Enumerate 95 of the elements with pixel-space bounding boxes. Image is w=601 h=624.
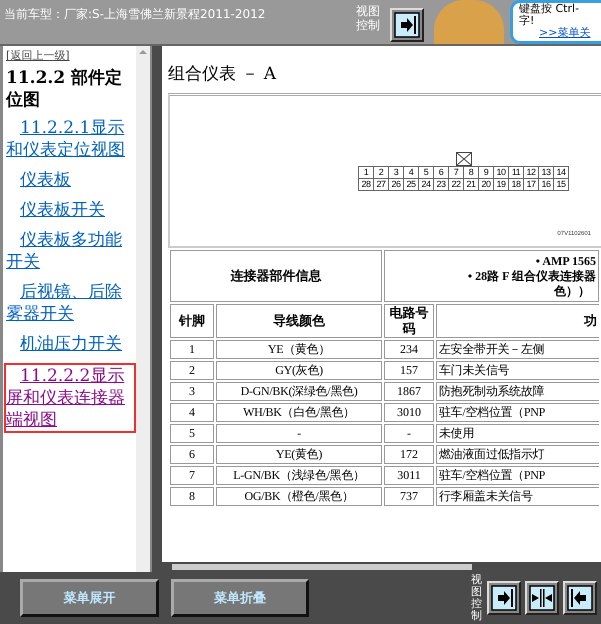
pin-number: 5: [419, 167, 433, 178]
pin-number: 12: [524, 167, 538, 178]
table-cell: 连接器部件信息: [170, 250, 382, 302]
horizontal-scrollbar[interactable]: [162, 562, 601, 572]
table-cell: WH/BK（白色/黑色）: [216, 403, 382, 422]
table-cell: 3010: [384, 403, 434, 422]
latch-icon: [456, 152, 472, 166]
expand-view-button[interactable]: [486, 581, 521, 615]
section-heading: 11.2.2 部件定位图: [6, 67, 124, 111]
table-cell: 3: [170, 382, 214, 401]
table-cell: YE(黄色): [216, 445, 382, 464]
nav-link[interactable]: 11.2.2.2显示屏和仪表连接器端视图: [4, 363, 136, 433]
table-cell: 驻车/空档位置（PNP: [436, 466, 599, 485]
menu-toggle-link[interactable]: >>菜单关: [539, 27, 601, 39]
table-cell: 驻车/空档位置（PNP: [436, 403, 599, 422]
column-header: 导线颜色: [216, 304, 382, 338]
pin-number: 24: [419, 179, 433, 190]
table-cell: 8: [170, 487, 214, 506]
pin-number: 23: [434, 179, 448, 190]
table-cell: 左安全带开关－左侧: [436, 340, 599, 359]
back-link[interactable]: [返回上一级]: [6, 48, 136, 63]
view-control-label: 视图控制: [356, 3, 381, 32]
column-header: 针脚: [170, 304, 214, 338]
pin-number: 9: [479, 167, 493, 178]
table-cell: 234: [384, 340, 434, 359]
collapse-view-button[interactable]: [562, 581, 597, 615]
column-header: 功: [436, 304, 599, 338]
view-control-label: 视图控制: [471, 574, 483, 622]
pin-number: 20: [479, 179, 493, 190]
table-cell: 1: [170, 340, 214, 359]
menu-button[interactable]: 菜单折叠: [170, 579, 310, 617]
tip-text: 键盘按 Ctrl-: [519, 3, 580, 15]
pin-number: 8: [464, 167, 478, 178]
table-cell: L-GN/BK（浅绿色/黑色）: [216, 466, 382, 485]
pin-number: 15: [554, 179, 568, 190]
table-cell: -: [384, 424, 434, 443]
bullet-text: • AMP 1565: [534, 254, 596, 268]
bullet-text: • 28路 F 组合仪表连接器: [466, 268, 596, 284]
pin-number: 13: [539, 167, 553, 178]
vertical-scrollbar[interactable]: [136, 46, 150, 572]
table-cell: 未使用: [436, 424, 599, 443]
pin-number: 6: [434, 167, 448, 178]
table-cell: 737: [384, 487, 434, 506]
table-cell: 7: [170, 466, 214, 485]
bullet-text: 色））: [552, 284, 590, 298]
table-cell: 3011: [384, 466, 434, 485]
pin-number: 22: [449, 179, 463, 190]
scroll-thumb[interactable]: [172, 564, 472, 570]
nav-link[interactable]: 后视镜、后除雾器开关: [6, 281, 136, 325]
table-cell: 防抱死制动系统故障: [436, 382, 599, 401]
nav-link[interactable]: 仪表板: [6, 169, 136, 191]
table-cell: 4: [170, 403, 214, 422]
table-cell: 行李厢盖未关信号: [436, 487, 599, 506]
page-title: 组合仪表 － A: [168, 63, 278, 85]
pin-number: 3: [389, 167, 403, 178]
table-cell: 燃油液面过低指示灯: [436, 445, 599, 464]
nav-link[interactable]: 11.2.2.1显示和仪表定位视图: [6, 117, 136, 161]
pin-number: 4: [404, 167, 418, 178]
column-header: 电路号码: [384, 304, 434, 338]
pin-number: 28: [359, 179, 373, 190]
table-cell: 车门未关信号: [436, 361, 599, 380]
vehicle-model-text: 当前车型：厂家:S-上海雪佛兰新景程2011-2012: [3, 6, 266, 23]
mascot-picture: [434, 0, 504, 44]
table-cell: OG/BK（橙色/黑色）: [216, 487, 382, 506]
table-cell: 1867: [384, 382, 434, 401]
menu-button[interactable]: 菜单展开: [20, 579, 159, 617]
pin-number: 7: [449, 167, 463, 178]
table-cell: 172: [384, 445, 434, 464]
table-cell: 6: [170, 445, 214, 464]
nav-link[interactable]: 仪表板多功能开关: [6, 229, 136, 273]
table-cell: YE（黄色）: [216, 340, 382, 359]
table-cell: GY(灰色): [216, 361, 382, 380]
pin-number: 1: [359, 167, 373, 178]
expand-view-button[interactable]: [390, 8, 424, 42]
pin-number: 2: [374, 167, 388, 178]
nav-link[interactable]: 机油压力开关: [6, 333, 136, 355]
pin-number: 19: [494, 179, 508, 190]
pin-number: 27: [374, 179, 388, 190]
pin-number: 17: [524, 179, 538, 190]
pin-number: 18: [509, 179, 523, 190]
tip-text: 字!: [519, 15, 536, 27]
pin-number: 21: [464, 179, 478, 190]
pin-number: 25: [404, 179, 418, 190]
pin-number: 11: [509, 167, 523, 178]
pin-number: 14: [554, 167, 568, 178]
table-cell: 5: [170, 424, 214, 443]
table-cell: 157: [384, 361, 434, 380]
pin-number: 10: [494, 167, 508, 178]
nav-link[interactable]: 仪表板开关: [6, 199, 136, 221]
pin-number: 16: [539, 179, 553, 190]
pin-number: 26: [389, 179, 403, 190]
table-cell: D-GN/BK(深绿色/黑色): [216, 382, 382, 401]
split-view-button[interactable]: [524, 581, 559, 615]
table-cell: 2: [170, 361, 214, 380]
table-cell: -: [216, 424, 382, 443]
